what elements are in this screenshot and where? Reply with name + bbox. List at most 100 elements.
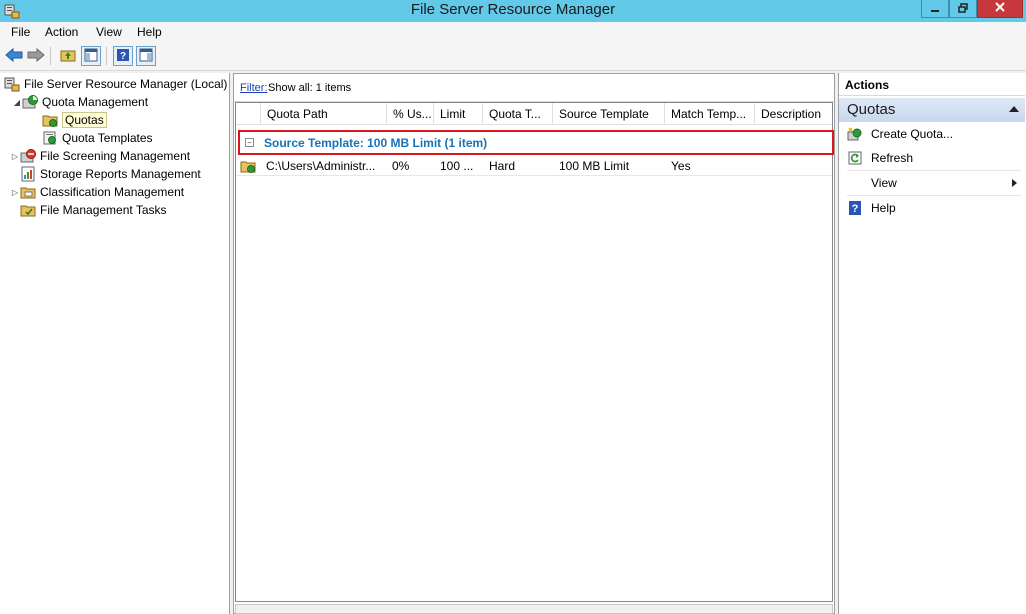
title-bar: File Server Resource Manager (0, 0, 1026, 22)
results-pane: Filter: Show all: 1 items Quota Path % U… (233, 73, 835, 614)
column-header-description[interactable]: Description (755, 103, 832, 125)
section-title: Quotas (847, 101, 896, 118)
cell-match-template: Yes (671, 159, 691, 173)
table-row[interactable]: C:\Users\Administr... 0% 100 ... Hard 10… (236, 156, 832, 176)
svg-text:?: ? (852, 203, 859, 215)
help-toolbar-button[interactable]: ? (113, 46, 133, 66)
show-hide-action-pane-button[interactable] (136, 46, 156, 66)
create-quota-icon (847, 126, 863, 142)
menu-action[interactable]: Action (45, 25, 78, 39)
group-header-source-template[interactable]: − Source Template: 100 MB Limit (1 item) (238, 130, 834, 155)
window-title: File Server Resource Manager (410, 1, 616, 18)
tree-item-file-screening[interactable]: ▷ File Screening Management (10, 147, 190, 165)
tree-label: Classification Management (40, 185, 185, 199)
fsrm-server-icon (4, 76, 20, 92)
show-hide-tree-icon (84, 48, 98, 65)
action-label: Help (871, 201, 896, 215)
filter-status: Show all: 1 items (268, 82, 352, 94)
tree-item-quota-management[interactable]: ◢ Quota Management (12, 93, 148, 111)
column-header-match-template[interactable]: Match Temp... (665, 103, 755, 125)
horizontal-scrollbar[interactable] (235, 604, 833, 614)
quota-template-icon (42, 130, 58, 146)
tree-label: File Screening Management (40, 149, 191, 163)
tree-item-fsrm-root[interactable]: File Server Resource Manager (Local) (4, 75, 227, 93)
up-one-level-button[interactable] (58, 46, 78, 66)
svg-text:?: ? (120, 51, 126, 62)
classification-icon (20, 184, 36, 200)
column-header-icon[interactable] (236, 103, 261, 125)
storage-reports-icon (20, 166, 36, 182)
tree-label: Quota Management (42, 95, 149, 109)
submenu-arrow-icon (1012, 179, 1017, 187)
toolbar-separator (106, 47, 107, 65)
column-header-percent-used[interactable]: % Us... (387, 103, 434, 125)
show-hide-action-pane-icon (139, 48, 153, 65)
quota-folder-icon (42, 112, 58, 128)
help-action[interactable]: ? Help (839, 197, 1025, 219)
action-label: View (871, 176, 897, 190)
menu-help[interactable]: Help (137, 25, 162, 39)
cell-quota-path: C:\Users\Administr... (266, 159, 376, 173)
refresh-icon (847, 150, 863, 166)
action-label: Refresh (871, 151, 914, 165)
tree-label: File Server Resource Manager (Local) (24, 77, 228, 91)
actions-section-quotas[interactable]: Quotas (839, 98, 1025, 122)
restore-icon (958, 2, 968, 16)
file-management-tasks-icon (20, 202, 36, 218)
column-header-quota-type[interactable]: Quota T... (483, 103, 553, 125)
action-divider (847, 170, 1021, 171)
collapse-group-icon[interactable]: − (245, 138, 254, 147)
action-divider (847, 195, 1021, 196)
back-button[interactable] (4, 46, 24, 66)
action-label: Create Quota... (871, 127, 954, 141)
forward-arrow-icon (27, 47, 45, 65)
column-header-limit[interactable]: Limit (434, 103, 483, 125)
tree-label: Quota Templates (62, 131, 153, 145)
collapse-up-icon[interactable] (1009, 106, 1019, 112)
minimize-button[interactable] (921, 0, 949, 18)
quota-management-icon (22, 94, 38, 110)
group-label: Source Template: 100 MB Limit (1 item) (264, 136, 488, 150)
actions-pane: Actions Quotas Create Quota... Refresh V… (838, 73, 1026, 614)
help-icon: ? (847, 200, 863, 216)
close-button[interactable] (977, 0, 1023, 18)
menu-bar: File Action View Help (0, 22, 1026, 42)
show-hide-console-tree-button[interactable] (81, 46, 101, 66)
tree-item-quota-templates[interactable]: Quota Templates (42, 129, 153, 147)
back-arrow-icon (5, 47, 23, 65)
menu-file[interactable]: File (11, 25, 30, 39)
cell-percent-used: 0% (392, 159, 410, 173)
create-quota-action[interactable]: Create Quota... (839, 123, 1025, 145)
console-tree: File Server Resource Manager (Local) ◢ Q… (0, 73, 230, 614)
toolbar: ? (0, 42, 1026, 71)
tree-item-file-management-tasks[interactable]: File Management Tasks (20, 201, 167, 219)
filter-link[interactable]: Filter: (240, 82, 268, 94)
expanded-arrow-icon[interactable]: ◢ (12, 98, 22, 107)
tree-item-storage-reports[interactable]: Storage Reports Management (20, 165, 201, 183)
tree-item-classification[interactable]: ▷ Classification Management (10, 183, 184, 201)
up-folder-icon (60, 47, 76, 66)
forward-button[interactable] (26, 46, 46, 66)
column-header-source-template[interactable]: Source Template (553, 103, 665, 125)
file-screening-icon (20, 148, 36, 164)
refresh-action[interactable]: Refresh (839, 147, 1025, 169)
close-icon (994, 1, 1006, 16)
quota-folder-icon (240, 158, 256, 177)
tree-label: Quotas (62, 112, 107, 128)
quota-list[interactable]: Quota Path % Us... Limit Quota T... Sour… (235, 102, 834, 602)
tree-label: File Management Tasks (40, 203, 167, 217)
tree-label: Storage Reports Management (40, 167, 201, 181)
collapsed-arrow-icon[interactable]: ▷ (10, 188, 20, 197)
help-icon: ? (116, 48, 130, 65)
cell-source-template: 100 MB Limit (559, 159, 630, 173)
collapsed-arrow-icon[interactable]: ▷ (10, 152, 20, 161)
restore-button[interactable] (949, 0, 977, 18)
cell-quota-type: Hard (489, 159, 516, 173)
cell-limit: 100 ... (440, 159, 474, 173)
menu-view[interactable]: View (96, 25, 122, 39)
column-header-quota-path[interactable]: Quota Path (261, 103, 387, 125)
actions-header: Actions (839, 73, 1025, 96)
view-action[interactable]: View (839, 172, 1025, 194)
tree-item-quotas[interactable]: Quotas (42, 111, 107, 129)
minimize-icon (930, 2, 940, 16)
